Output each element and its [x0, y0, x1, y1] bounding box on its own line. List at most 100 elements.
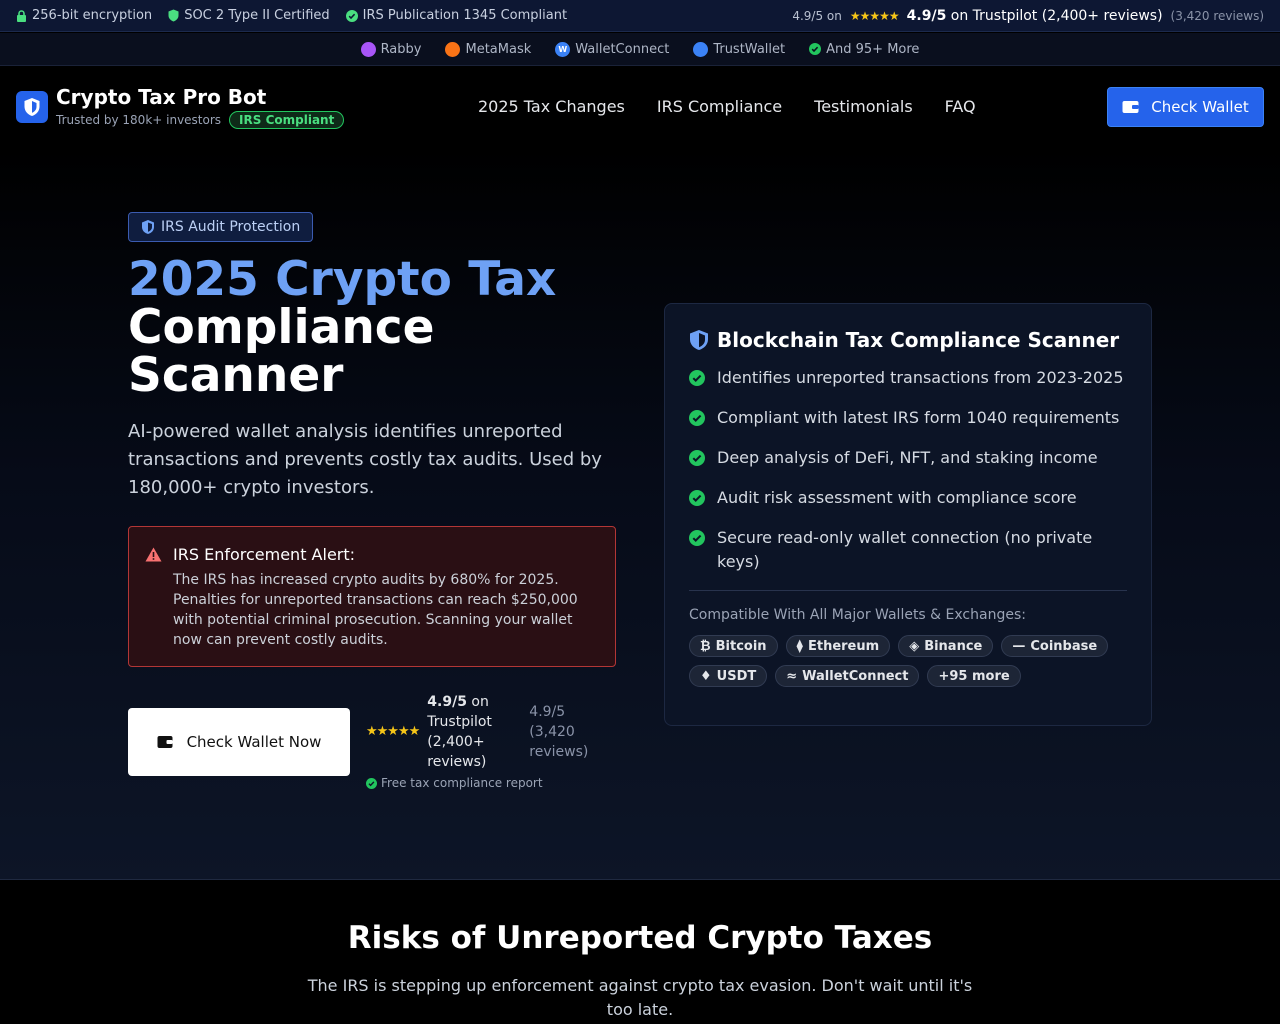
metamask-icon [445, 41, 461, 57]
soc-text: SOC 2 Type II Certified [184, 8, 330, 23]
bitcoin-icon: ₿ [700, 639, 711, 654]
wallet-label: WalletConnect [575, 41, 670, 57]
tag-usdt[interactable]: ♦ USDT [689, 665, 768, 687]
wallet-tags: ₿ Bitcoin ⧫ Ethereum ◈ Binance — Coinbase ♦ U… [689, 635, 1109, 687]
check-circle-icon [689, 490, 705, 506]
wallet-label: Rabby [380, 41, 422, 57]
tag-bitcoin[interactable]: ₿ Bitcoin [689, 635, 778, 657]
nav-testimonials[interactable]: Testimonials [814, 97, 913, 116]
hero-title-highlight: 2025 Crypto Tax [128, 252, 557, 307]
topbar-rating: 4.9/5 on ★★★★★ 4.9/5 on Trustpilot (2,40… [792, 8, 1264, 24]
shield-icon [168, 9, 179, 22]
hero-section: IRS Audit Protection 2025 Crypto Tax Com… [0, 148, 1280, 880]
feature-item: Identifies unreported transactions from … [689, 366, 1127, 390]
trustwallet-icon [693, 41, 709, 57]
irs-compliant-badge: IRS Compliant [229, 111, 345, 129]
hero-description: AI-powered wallet analysis identifies un… [128, 421, 602, 498]
card-divider [689, 590, 1127, 591]
rating-text: 4.9/5 on Trustpilot (2,400+ reviews) [427, 692, 515, 772]
scanner-card: Blockchain Tax Compliance Scanner Identi… [664, 303, 1152, 726]
site-header: Crypto Tax Pro Bot Trusted by 180k+ inve… [0, 66, 1280, 148]
feature-text: Deep analysis of DeFi, NFT, and staking … [717, 448, 1098, 467]
wallet-rabby[interactable]: Rabby [360, 41, 422, 57]
nav-tax-changes[interactable]: 2025 Tax Changes [478, 97, 625, 116]
hero-rating: ★★★★★ 4.9/5 on Trustpilot (2,400+ review… [366, 692, 595, 772]
tag-more[interactable]: +95 more [927, 665, 1021, 687]
check-circle-icon [366, 777, 377, 789]
wallet-bar: Rabby MetaMask W WalletConnect TrustWalle… [0, 33, 1280, 66]
tag-coinbase[interactable]: — Coinbase [1001, 635, 1109, 657]
wallet-more[interactable]: And 95+ More [809, 42, 919, 57]
risks-subtitle: The IRS is stepping up enforcement again… [307, 976, 973, 1019]
wallet-walletconnect[interactable]: W WalletConnect [555, 41, 670, 57]
wallet-label: And 95+ More [826, 41, 920, 57]
wallet-icon [157, 736, 173, 748]
tag-label: Binance [924, 638, 983, 654]
star-rating-icon: ★★★★★ [366, 724, 420, 739]
irs-publication-badge: IRS Publication 1345 Compliant [345, 8, 567, 23]
feature-text: Identifies unreported transactions from … [717, 368, 1124, 387]
alert-title: IRS Enforcement Alert: [173, 545, 356, 564]
free-report-text: Free tax compliance report [381, 776, 543, 790]
check-circle-icon [689, 450, 705, 466]
tag-label: Ethereum [807, 638, 880, 654]
shield-icon [690, 330, 708, 350]
rating-extra: (3,420 reviews) [1170, 8, 1264, 23]
soc-badge: SOC 2 Type II Certified [168, 8, 330, 23]
tag-walletconnect[interactable]: ≈ WalletConnect [775, 665, 920, 687]
wallet-trustwallet[interactable]: TrustWallet [693, 41, 786, 57]
feature-item: Audit risk assessment with compliance sc… [689, 486, 1127, 510]
encryption-badge: 256-bit encryption [16, 8, 152, 23]
walletconnect-icon: W [555, 41, 571, 57]
nav-irs-compliance[interactable]: IRS Compliance [657, 97, 782, 116]
walletconnect-icon: ≈ [786, 668, 798, 684]
hero-title: 2025 Crypto Tax Compliance Scanner [128, 256, 628, 400]
star-rating-icon: ★★★★★ [849, 8, 900, 23]
tag-label: Coinbase [1030, 638, 1098, 654]
check-wallet-label: Check Wallet [1151, 98, 1249, 116]
usdt-icon: ♦ [700, 668, 712, 684]
cta-label: Check Wallet Now [186, 733, 322, 751]
check-wallet-button[interactable]: Check Wallet [1107, 87, 1264, 127]
tag-label: WalletConnect [802, 668, 909, 684]
ethereum-icon: ⧫ [796, 638, 803, 654]
feature-text: Compliant with latest IRS form 1040 requ… [717, 408, 1120, 427]
rating-extra: 4.9/5 (3,420 reviews) [529, 704, 589, 760]
tag-label: Bitcoin [715, 638, 767, 654]
risks-section: Risks of Unreported Crypto Taxes The IRS… [0, 881, 1280, 1024]
wallet-metamask[interactable]: MetaMask [445, 41, 531, 57]
hero-title-main: Compliance Scanner [128, 300, 435, 403]
shield-icon [142, 220, 154, 234]
rating-prefix: 4.9/5 on [792, 8, 842, 23]
free-report-note: Free tax compliance report [366, 776, 543, 790]
logo-shield-icon[interactable] [16, 91, 48, 123]
tag-ethereum[interactable]: ⧫ Ethereum [785, 635, 891, 657]
tag-binance[interactable]: ◈ Binance [898, 635, 994, 657]
brand-title[interactable]: Crypto Tax Pro Bot [56, 85, 344, 109]
tag-label: +95 more [938, 668, 1010, 684]
check-circle-icon [689, 530, 705, 546]
rating-score: 4.9/5 [906, 7, 947, 24]
lock-icon [17, 9, 26, 22]
wallet-icon [1122, 101, 1139, 113]
brand: Crypto Tax Pro Bot Trusted by 180k+ inve… [56, 85, 345, 129]
nav-faq[interactable]: FAQ [945, 97, 976, 116]
audit-protection-pill: IRS Audit Protection [128, 212, 314, 242]
rating-score: 4.9/5 [427, 694, 467, 710]
warning-icon [145, 547, 162, 562]
check-wallet-now-button[interactable]: Check Wallet Now [128, 708, 350, 776]
check-circle-icon [689, 370, 705, 386]
encryption-text: 256-bit encryption [32, 8, 153, 23]
alert-body: The IRS has increased crypto audits by 6… [173, 572, 578, 648]
card-title-text: Blockchain Tax Compliance Scanner [717, 328, 1120, 352]
enforcement-alert: IRS Enforcement Alert: The IRS has incre… [128, 526, 616, 667]
card-title: Blockchain Tax Compliance Scanner [689, 328, 1127, 352]
check-circle-icon [809, 43, 822, 55]
feature-item: Deep analysis of DeFi, NFT, and staking … [689, 446, 1127, 470]
feature-item: Secure read-only wallet connection (no p… [689, 526, 1127, 574]
coinbase-icon: — [1012, 638, 1026, 654]
wallet-label: TrustWallet [713, 41, 786, 57]
risks-title: Risks of Unreported Crypto Taxes [347, 920, 933, 956]
check-circle-icon [689, 410, 705, 426]
check-circle-icon [345, 9, 358, 22]
